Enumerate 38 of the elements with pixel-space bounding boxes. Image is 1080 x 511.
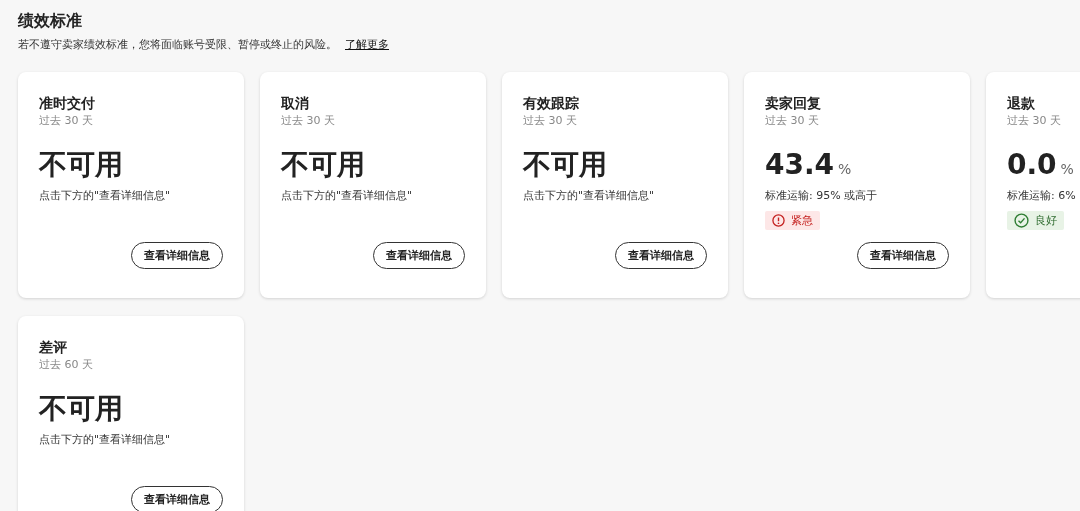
check-icon — [1014, 213, 1029, 228]
unit-text: % — [1060, 161, 1074, 177]
unit-text: % — [838, 161, 852, 177]
metric-value: 0.0 — [1007, 148, 1057, 182]
period-text: 过去 60 天 — [39, 357, 93, 372]
period-text: 过去 30 天 — [765, 113, 819, 128]
metric-value: 不可用 — [39, 148, 123, 182]
note-text: 点击下方的"查看详细信息" — [39, 188, 171, 203]
period-text: 过去 30 天 — [39, 113, 93, 128]
status-badge: 良好 — [1007, 211, 1064, 230]
page-title: 绩效标准 — [18, 10, 83, 32]
note-text: 点击下方的"查看详细信息" — [523, 188, 655, 203]
description-text: 若不遵守卖家绩效标准，您将面临账号受限、暂停或终止的风险。 — [18, 37, 337, 52]
note-text: 标准运输: 6% — [1007, 188, 1076, 203]
view-details-button[interactable]: 查看详细信息 — [131, 486, 223, 511]
learn-more-link[interactable]: 了解更多 — [345, 37, 389, 52]
period-text: 过去 30 天 — [1007, 113, 1061, 128]
metric-value: 不可用 — [39, 392, 123, 426]
metric-value: 43.4 — [765, 148, 835, 182]
card-title: 卖家回复 — [765, 94, 821, 112]
period-text: 过去 30 天 — [281, 113, 335, 128]
view-details-button[interactable]: 查看详细信息 — [615, 242, 707, 269]
metric-value: 不可用 — [281, 148, 365, 182]
card-title: 准时交付 — [39, 94, 95, 112]
note-text: 点击下方的"查看详细信息" — [281, 188, 413, 203]
view-details-button[interactable]: 查看详细信息 — [373, 242, 465, 269]
view-details-button[interactable]: 查看详细信息 — [131, 242, 223, 269]
card-title: 退款 — [1007, 94, 1035, 112]
alert-icon — [772, 214, 785, 227]
note-text: 标准运输: 95% 或高于 — [765, 188, 878, 203]
status-badge: 紧急 — [765, 211, 820, 230]
card-title: 差评 — [39, 338, 67, 356]
note-text: 点击下方的"查看详细信息" — [39, 432, 171, 447]
view-details-button[interactable]: 查看详细信息 — [857, 242, 949, 269]
period-text: 过去 30 天 — [523, 113, 577, 128]
card-title: 取消 — [281, 94, 309, 112]
metric-value: 不可用 — [523, 148, 607, 182]
card-title: 有效跟踪 — [523, 94, 579, 112]
